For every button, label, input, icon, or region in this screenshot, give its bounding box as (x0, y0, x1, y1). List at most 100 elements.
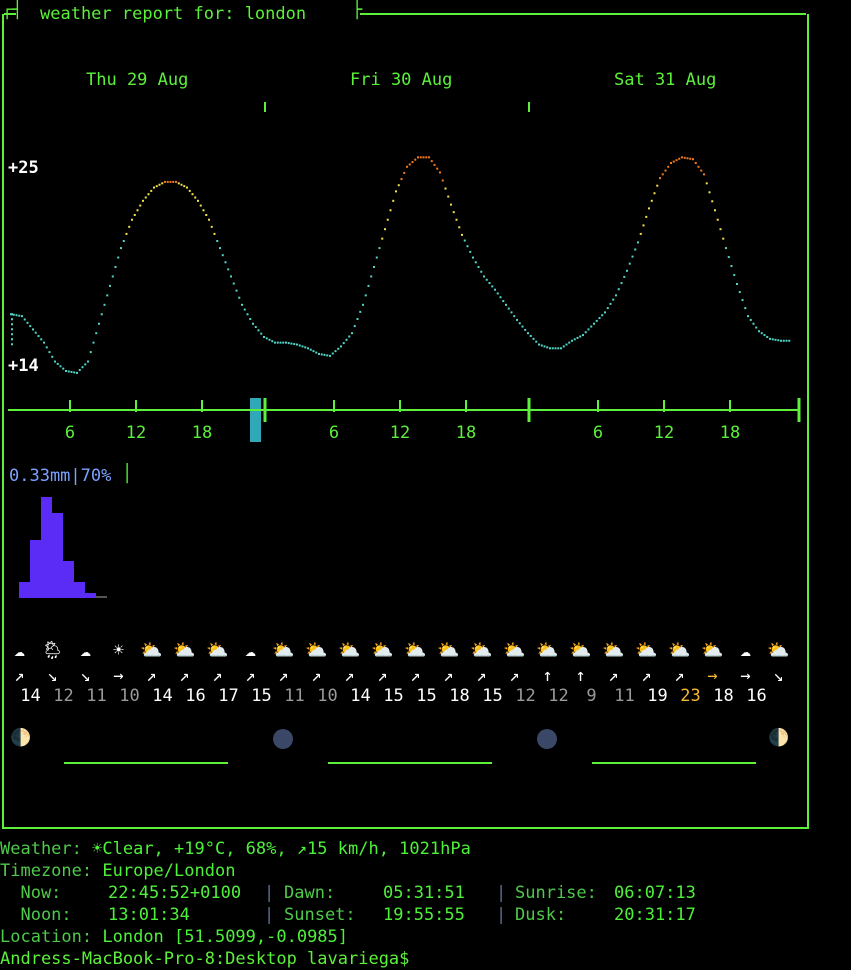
temp-point (362, 303, 364, 306)
temp-point (403, 171, 406, 174)
temp-point (32, 328, 34, 331)
now-label: Now: (0, 883, 62, 903)
temp-point (92, 341, 95, 344)
temp-point (76, 371, 78, 374)
forecast-icons: ☁ 🌦 ☁ ☀ ⛅ ⛅ ⛅ ☁ ⛅ ⛅ ⛅ ⛅ ⛅ ⛅ ⛅ ⛅ ⛅ ⛅ ⛅ ⛅ ⛅ ⛅ ☁ ⛅ (3, 640, 823, 664)
temp-point (252, 322, 254, 325)
rain-summary-divider: │ (122, 464, 133, 484)
temp-point (540, 344, 543, 347)
daylight-bar-2 (328, 762, 492, 764)
wind-speed: 15 (416, 686, 437, 706)
temp-point (397, 184, 400, 187)
temp-point (351, 332, 353, 335)
temp-point (95, 332, 98, 335)
temp-point (12, 313, 15, 316)
temp-point (329, 354, 331, 357)
temp-point (326, 354, 329, 357)
temp-point (331, 352, 334, 355)
temp-point (153, 186, 155, 189)
temp-point (480, 270, 483, 273)
temp-point (296, 343, 298, 346)
forecast-icon: ☁ (14, 640, 25, 661)
temp-point (730, 265, 733, 268)
wind-direction-icon: ↗ (476, 666, 487, 686)
moon-phase-4: 🌓 (768, 728, 790, 748)
temp-point (155, 185, 158, 188)
wind-speed: 11 (86, 686, 107, 706)
temp-point (628, 262, 631, 265)
wind-speed: 19 (647, 686, 668, 706)
temp-point (527, 332, 529, 335)
temp-point (230, 275, 232, 278)
temp-point (463, 239, 466, 242)
temp-point (733, 274, 736, 277)
now-line: Now: (0, 882, 61, 904)
temp-point (395, 190, 397, 193)
temp-point (114, 266, 117, 268)
forecast-icon: ⛅ (272, 640, 295, 661)
temp-point (370, 275, 373, 278)
temp-point (246, 313, 249, 316)
temp-point (287, 342, 290, 345)
temp-point (318, 352, 320, 355)
temp-point (414, 158, 417, 161)
temp-point (381, 237, 384, 240)
daylight-bar-1 (64, 762, 228, 764)
temp-point (37, 335, 40, 338)
wind-direction-icon: ↗ (212, 666, 223, 686)
temp-point (444, 187, 447, 190)
temp-point (282, 341, 285, 344)
temp-point (714, 209, 716, 212)
wind-direction-icon: ↗ (443, 666, 454, 686)
temp-point (194, 196, 197, 199)
temp-point (455, 218, 458, 221)
location-line: Location: London [51.5099,-0.0985] (0, 926, 348, 948)
wind-direction-icon: ↑ (542, 666, 553, 686)
noon-value: 13:01:34 (108, 905, 190, 925)
temp-point (100, 313, 103, 316)
temp-point (425, 156, 428, 159)
forecast-icon: ⛅ (173, 640, 196, 661)
location-value: London [51.5099,-0.0985] (102, 927, 349, 947)
temp-point (620, 282, 623, 285)
temp-point (598, 317, 601, 320)
temp-point (364, 294, 367, 297)
hour-tick-label-5: 12 (390, 423, 410, 443)
temp-point (235, 289, 238, 292)
temp-point (579, 335, 582, 338)
temp-point (125, 232, 128, 235)
wind-direction-icon: ↗ (641, 666, 652, 686)
weather-label: Weather: (0, 839, 82, 859)
shell-prompt[interactable]: Andress-MacBook-Pro-8:Desktop lavariega$ (0, 948, 409, 970)
temp-point (788, 339, 791, 342)
temp-point (136, 209, 139, 212)
wind-speed: 14 (152, 686, 173, 706)
temp-point (760, 332, 763, 335)
date-label-1: Thu 29 Aug (86, 70, 189, 90)
temp-point (612, 298, 615, 301)
wind-speed: 12 (515, 686, 536, 706)
temp-point (725, 247, 727, 250)
forecast-wind-speeds: 14 12 11 10 14 16 17 15 11 10 14 15 15 18 15 12 12 9 11 19 2… (14, 686, 834, 708)
wind-direction-icon: ↘ (773, 666, 784, 686)
hour-tick-label-9: 18 (720, 423, 740, 443)
temp-point (293, 343, 296, 346)
wind-speed: 18 (449, 686, 470, 706)
temp-point (450, 203, 452, 206)
forecast-icon: ⛅ (338, 640, 361, 661)
forecast-icon: ⛅ (140, 640, 163, 661)
temp-point (48, 351, 51, 354)
forecast-icon: ⛅ (701, 640, 724, 661)
temp-point (771, 338, 774, 341)
date-label-2: Fri 30 Aug (350, 70, 453, 90)
forecast-icon: ⛅ (371, 640, 394, 661)
wind-direction-icon: ↗ (245, 666, 256, 686)
temp-point (21, 315, 23, 318)
temp-point (334, 350, 337, 353)
temp-point (191, 193, 194, 196)
wind-direction-icon: ↗ (377, 666, 388, 686)
temp-point (274, 341, 276, 344)
now-marker (250, 398, 261, 442)
forecast-icon: ☁ (740, 640, 751, 661)
temp-point (667, 165, 670, 168)
